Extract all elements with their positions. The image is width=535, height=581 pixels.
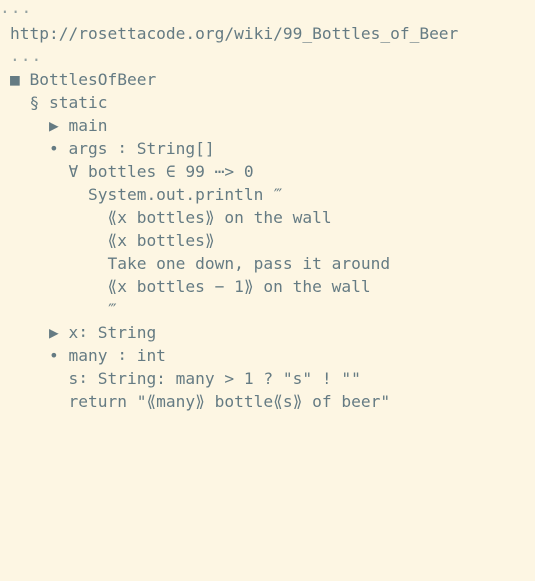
static-section-line[interactable]: § static — [10, 91, 107, 114]
class-declaration-line[interactable]: ■ BottlesOfBeer — [10, 68, 156, 91]
string-close-line[interactable]: ‴ — [10, 298, 117, 321]
args-parameter-line[interactable]: • args ∶ String[] — [10, 137, 215, 160]
return-line[interactable]: return "⟪many⟫ bottle⟪s⟫ of beer" — [10, 390, 390, 413]
lyric-line-1[interactable]: ⟪x bottles⟫ on the wall — [10, 206, 331, 229]
lyric-line-4[interactable]: ⟪x bottles − 1⟫ on the wall — [10, 275, 370, 298]
lyric-line-2[interactable]: ⟪x bottles⟫ — [10, 229, 214, 252]
x-method-line[interactable]: ▶ x∶ String — [10, 321, 156, 344]
url-line[interactable]: http://rosettacode.org/wiki/99_Bottles_o… — [10, 22, 458, 45]
main-method-line[interactable]: ▶ main — [10, 114, 108, 137]
lyric-line-3[interactable]: Take one down, pass it around — [10, 252, 390, 275]
collapsed-region-top[interactable]: ... — [0, 0, 32, 19]
plural-variable-line[interactable]: s∶ String: many > 1 ? "s" ! "" — [10, 367, 360, 390]
collapsed-region-url[interactable]: ... — [10, 44, 42, 67]
many-parameter-line[interactable]: • many ∶ int — [10, 344, 166, 367]
code-editor[interactable]: ... http://rosettacode.org/wiki/99_Bottl… — [0, 0, 535, 581]
println-line[interactable]: System.out.println ‴ — [10, 183, 283, 206]
loop-line[interactable]: ∀ bottles ∈ 99 ⋯> 0 — [10, 160, 253, 183]
